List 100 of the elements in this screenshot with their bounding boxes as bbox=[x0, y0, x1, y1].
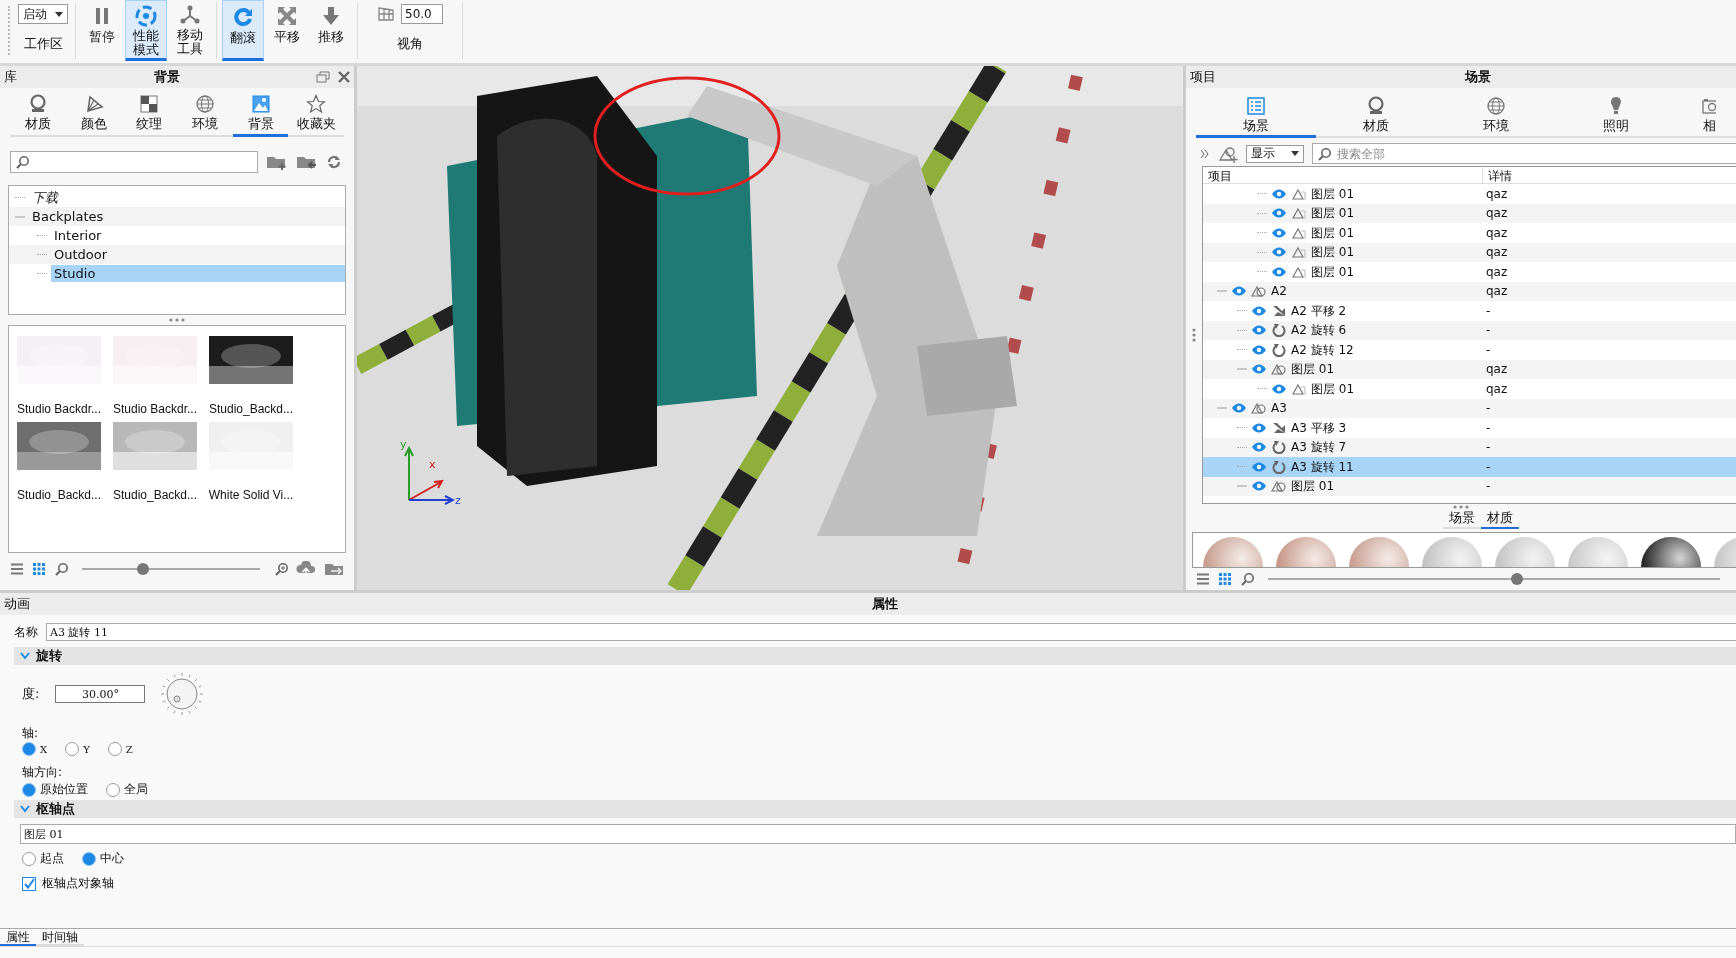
tree-row[interactable]: 图层 01 qaz bbox=[1203, 379, 1736, 399]
eye-icon[interactable] bbox=[1231, 403, 1247, 414]
restore-icon[interactable] bbox=[316, 71, 330, 83]
section-header[interactable]: 枢轴点 bbox=[14, 800, 1736, 818]
zoom-out-icon[interactable] bbox=[54, 562, 68, 576]
toolbar-button[interactable]: 翻滚 bbox=[222, 0, 264, 61]
tree-row[interactable]: A2 旋转 12 - bbox=[1203, 340, 1736, 360]
panel-tab[interactable]: 颜色 bbox=[65, 92, 122, 137]
eye-icon[interactable] bbox=[1251, 422, 1267, 433]
cloud-upload-icon[interactable] bbox=[296, 561, 316, 577]
tree-row[interactable]: A3 旋转 7 - bbox=[1203, 437, 1736, 457]
eye-icon[interactable] bbox=[1271, 266, 1287, 277]
panel-tab[interactable]: 时间轴 bbox=[36, 929, 84, 946]
eye-icon[interactable] bbox=[1251, 325, 1267, 336]
radio-option[interactable]: 起点 bbox=[22, 850, 64, 867]
slider-thumb[interactable] bbox=[1510, 573, 1523, 585]
rotation-knob[interactable] bbox=[161, 673, 204, 715]
search-field[interactable] bbox=[10, 151, 258, 173]
eye-icon[interactable] bbox=[1251, 364, 1267, 375]
eye-icon[interactable] bbox=[1271, 247, 1287, 258]
section-header[interactable]: 旋转 bbox=[14, 647, 1736, 665]
panel-tab[interactable]: 场景 bbox=[1196, 94, 1316, 138]
folder-add-icon[interactable] bbox=[266, 154, 288, 170]
zoom-out-icon[interactable] bbox=[1240, 572, 1254, 586]
panel-tab[interactable]: 属性 bbox=[0, 929, 36, 946]
tree-row[interactable]: A3 平移 3 - bbox=[1203, 418, 1736, 438]
expand-arrows-icon[interactable] bbox=[1200, 148, 1210, 159]
panel-tab[interactable]: 相 bbox=[1676, 94, 1716, 138]
slider-thumb[interactable] bbox=[136, 563, 149, 575]
tree-row[interactable]: A2 qaz bbox=[1203, 281, 1736, 301]
grid-icon[interactable] bbox=[377, 6, 395, 22]
eye-icon[interactable] bbox=[1271, 227, 1287, 238]
degree-field[interactable]: 30.00° bbox=[55, 685, 146, 703]
zoom-in-icon[interactable] bbox=[274, 562, 288, 576]
filter-dropdown[interactable]: 显示 bbox=[1246, 144, 1304, 163]
tree-row[interactable]: 图层 01 qaz bbox=[1203, 262, 1736, 282]
panel-tab[interactable]: 环境 bbox=[1436, 94, 1556, 138]
toolbar-button[interactable]: 移动工具 bbox=[169, 0, 211, 61]
checkbox-option[interactable]: 枢轴点对象轴 bbox=[14, 869, 1736, 898]
toolbar-button[interactable]: 平移 bbox=[266, 0, 308, 61]
search-input[interactable]: 搜索全部 bbox=[1335, 145, 1732, 162]
tree-row[interactable]: 图层 01 qaz bbox=[1203, 223, 1736, 243]
tree-item[interactable]: Interior bbox=[51, 227, 345, 244]
close-icon[interactable] bbox=[338, 71, 350, 83]
eye-icon[interactable] bbox=[1251, 442, 1267, 453]
search-field[interactable]: 搜索全部 bbox=[1312, 143, 1736, 164]
panel-tab[interactable]: 材质 bbox=[1316, 94, 1436, 138]
radio-option[interactable]: 全局 bbox=[106, 781, 148, 798]
toolbar-button[interactable]: 性能模式 bbox=[125, 0, 167, 61]
eye-icon[interactable] bbox=[1251, 461, 1267, 472]
tree-row[interactable]: 图层 01 qaz bbox=[1203, 203, 1736, 223]
toolbar-button[interactable]: 推移 bbox=[310, 0, 352, 61]
list-view-icon[interactable] bbox=[1196, 572, 1210, 586]
panel-tab[interactable]: 纹理 bbox=[121, 92, 177, 137]
eye-icon[interactable] bbox=[1251, 344, 1267, 355]
workspace-dropdown[interactable]: 启动 bbox=[18, 4, 68, 24]
panel-tab[interactable]: 环境 bbox=[177, 92, 233, 137]
refresh-icon[interactable] bbox=[326, 154, 342, 170]
eye-icon[interactable] bbox=[1231, 286, 1247, 297]
angle-field[interactable]: 50.0 bbox=[401, 4, 443, 24]
tree-row[interactable]: 图层 01 qaz bbox=[1203, 184, 1736, 204]
tree-row[interactable]: A2 平移 2 - bbox=[1203, 301, 1736, 321]
grid-view-icon[interactable] bbox=[1218, 572, 1232, 586]
panel-tab[interactable]: 收藏夹 bbox=[288, 92, 345, 137]
eye-icon[interactable] bbox=[1251, 481, 1267, 492]
eye-icon[interactable] bbox=[1271, 208, 1287, 219]
panel-tab[interactable]: 场景 bbox=[1443, 509, 1481, 529]
toolbar-grip[interactable] bbox=[8, 6, 11, 55]
folder-arrow-icon[interactable] bbox=[296, 154, 318, 170]
name-field[interactable]: A3 旋转 11 bbox=[46, 623, 1736, 641]
panel-tab[interactable]: 材质 bbox=[10, 92, 66, 137]
list-view-icon[interactable] bbox=[10, 562, 24, 576]
pivot-object-field[interactable]: 图层 01 bbox=[20, 824, 1736, 844]
eye-icon[interactable] bbox=[1271, 383, 1287, 394]
axis-label: x bbox=[429, 458, 436, 471]
item-name: 图层 01 bbox=[1291, 362, 1335, 377]
tree-row[interactable]: A3 旋转 11 - bbox=[1203, 457, 1736, 477]
toolbar-button[interactable]: 暂停 bbox=[81, 0, 123, 61]
add-shape-icon[interactable] bbox=[1218, 144, 1238, 163]
resize-grip-icon[interactable] bbox=[169, 318, 185, 322]
folder-arrow-icon[interactable] bbox=[324, 561, 344, 577]
column-header[interactable]: 项目 bbox=[1203, 167, 1483, 183]
radio-option[interactable]: 原始位置 bbox=[22, 781, 88, 798]
panel-tab[interactable]: 材质 bbox=[1481, 509, 1519, 529]
tree-row[interactable]: A3 - bbox=[1203, 398, 1736, 418]
tree-row[interactable]: 图层 01 - bbox=[1203, 476, 1736, 496]
grid-view-icon[interactable] bbox=[32, 562, 46, 576]
eye-icon[interactable] bbox=[1271, 188, 1287, 199]
tree-item[interactable]: Studio bbox=[51, 265, 345, 282]
tree-row[interactable]: 图层 01 qaz bbox=[1203, 359, 1736, 379]
splitter-grip-icon[interactable] bbox=[1192, 328, 1196, 342]
tree-row[interactable]: A2 旋转 6 - bbox=[1203, 320, 1736, 340]
column-header[interactable]: 详情 bbox=[1483, 167, 1736, 183]
panel-tab[interactable]: 照明 bbox=[1556, 94, 1676, 138]
eye-icon[interactable] bbox=[1251, 305, 1267, 316]
tree-item[interactable]: 下载 bbox=[29, 187, 61, 208]
radio-option[interactable]: 中心 bbox=[82, 850, 124, 867]
panel-tab[interactable]: 背景 bbox=[232, 92, 289, 137]
resize-grip-icon[interactable] bbox=[1453, 505, 1469, 509]
tree-row[interactable]: 图层 01 qaz bbox=[1203, 242, 1736, 262]
